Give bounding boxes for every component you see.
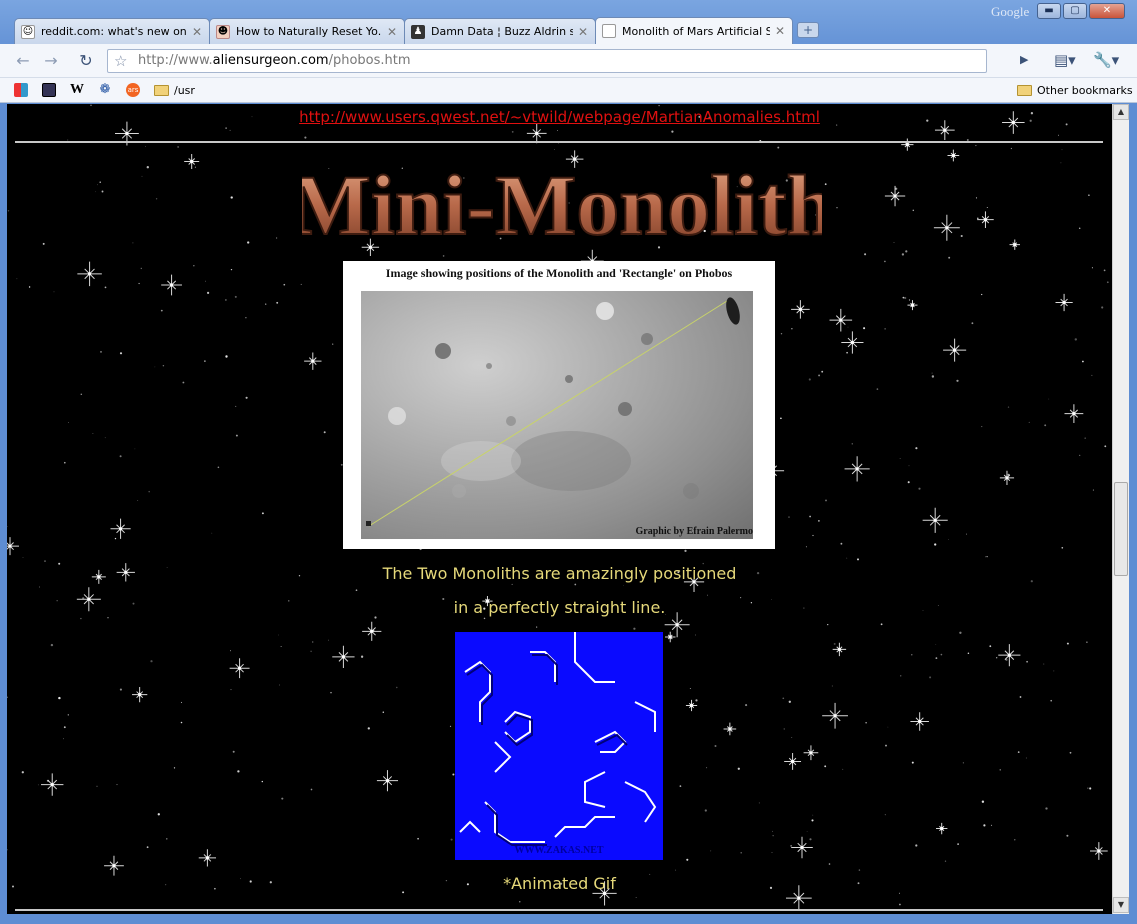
rectangle-marker — [366, 521, 371, 526]
description-line-1: The Two Monoliths are amazingly position… — [382, 564, 737, 583]
other-bookmarks[interactable]: Other bookmarks — [1017, 82, 1133, 98]
bookmark-label: /usr — [174, 83, 195, 97]
image-caption: Image showing positions of the Monolith … — [385, 266, 733, 280]
close-tab-icon[interactable]: ✕ — [774, 25, 786, 37]
maximize-button[interactable]: ▢ — [1063, 3, 1087, 19]
forward-button[interactable]: → — [40, 50, 62, 72]
other-bookmarks-label: Other bookmarks — [1037, 83, 1133, 97]
ars-icon: ars — [126, 83, 140, 97]
close-tab-icon[interactable]: ✕ — [386, 26, 398, 38]
wrench-menu-icon[interactable]: 🔧▾ — [1093, 51, 1119, 69]
reddit-alien-icon: ☺ — [21, 24, 35, 39]
url-path: /phobos.htm — [328, 53, 411, 68]
page-content: http://www.users.qwest.net/~vtwild/webpa… — [7, 104, 1112, 914]
alignment-line — [368, 300, 728, 527]
vertical-scrollbar[interactable]: ▲ ▼ — [1112, 104, 1129, 914]
scroll-down-arrow[interactable]: ▼ — [1113, 897, 1129, 913]
tab-strip: Google ▬ ▢ ✕ ☺ reddit.com: what's new on… — [0, 0, 1137, 44]
back-button[interactable]: ← — [12, 50, 34, 72]
tab-monolith[interactable]: Monolith of Mars Artificial S... ✕ — [595, 17, 793, 44]
bookmark-delicious[interactable] — [42, 82, 56, 98]
divider — [15, 909, 1103, 911]
logo-text: Mini-Monolith — [302, 157, 822, 246]
bookmark-folder-usr[interactable]: /usr — [154, 82, 195, 98]
page-menu-icon[interactable]: ▤▾ — [1054, 51, 1076, 69]
gif-watermark: WWW.ZAKAS.NET — [514, 845, 604, 856]
tab-label: reddit.com: what's new onli... — [41, 25, 187, 38]
tab-reddit[interactable]: ☺ reddit.com: what's new onli... ✕ — [14, 18, 210, 44]
monolith-marker — [726, 297, 740, 325]
tab-damn-data[interactable]: ♟ Damn Data ¦ Buzz Aldrin sa... ✕ — [404, 18, 596, 44]
address-bar[interactable]: ☆ http://www.aliensurgeon.com/phobos.htm — [107, 49, 987, 73]
martian-anomalies-link[interactable]: http://www.users.qwest.net/~vtwild/webpa… — [7, 108, 1112, 126]
bookmark-paw[interactable]: ❁ — [98, 82, 112, 98]
bookmark-star-icon[interactable]: ☆ — [114, 50, 127, 72]
go-icon[interactable]: ▶ — [1020, 53, 1028, 66]
minimize-button[interactable]: ▬ — [1037, 3, 1061, 19]
maze-pattern — [459, 632, 657, 846]
animated-gif: WWW.ZAKAS.NET — [455, 632, 663, 860]
tab-reset[interactable]: ☻ How to Naturally Reset Yo... ✕ — [209, 18, 405, 44]
page-icon — [602, 24, 616, 38]
browser-window: Google ▬ ▢ ✕ ☺ reddit.com: what's new on… — [0, 0, 1137, 924]
paw-icon: ❁ — [99, 82, 111, 97]
reload-button[interactable]: ↻ — [75, 50, 97, 72]
animated-gif-note: *Animated Gif — [503, 874, 616, 893]
phobos-surface — [366, 297, 740, 527]
tab-label: How to Naturally Reset Yo... — [236, 25, 382, 38]
brand-label: Google — [991, 4, 1030, 19]
scroll-up-arrow[interactable]: ▲ — [1113, 104, 1129, 120]
folder-icon — [1017, 84, 1032, 96]
scroll-thumb[interactable] — [1114, 482, 1128, 576]
igoogle-icon — [14, 83, 28, 97]
bookmarks-bar: W ❁ ars /usr Other bookmarks — [0, 78, 1137, 103]
portrait-icon: ♟ — [411, 24, 425, 39]
phobos-photo — [361, 291, 753, 539]
image-credit: Graphic by Efrain Palermo — [635, 526, 754, 537]
delicious-icon — [42, 83, 56, 97]
wikipedia-icon: W — [70, 82, 84, 97]
toolbar: ← → ↻ ☆ http://www.aliensurgeon.com/phob… — [0, 44, 1137, 78]
bookmark-igoogle[interactable] — [14, 82, 28, 98]
bookmark-ars[interactable]: ars — [126, 82, 140, 98]
folder-icon — [154, 84, 169, 96]
close-tab-icon[interactable]: ✕ — [577, 26, 589, 38]
close-window-button[interactable]: ✕ — [1089, 3, 1125, 19]
divider — [15, 141, 1103, 143]
description-line-2: in a perfectly straight line. — [453, 598, 666, 617]
url-prefix: http://www. — [138, 53, 213, 68]
mini-monolith-logo: Mini-Monolith — [302, 156, 822, 246]
tab-label: Monolith of Mars Artificial S... — [622, 24, 770, 38]
new-tab-button[interactable]: + — [797, 22, 819, 38]
face-icon: ☻ — [216, 24, 230, 39]
phobos-image-panel: Image showing positions of the Monolith … — [343, 261, 775, 549]
close-tab-icon[interactable]: ✕ — [191, 26, 203, 38]
bookmark-wikipedia[interactable]: W — [70, 82, 84, 98]
url-domain: aliensurgeon.com — [212, 53, 329, 68]
tab-label: Damn Data ¦ Buzz Aldrin sa... — [431, 25, 573, 38]
